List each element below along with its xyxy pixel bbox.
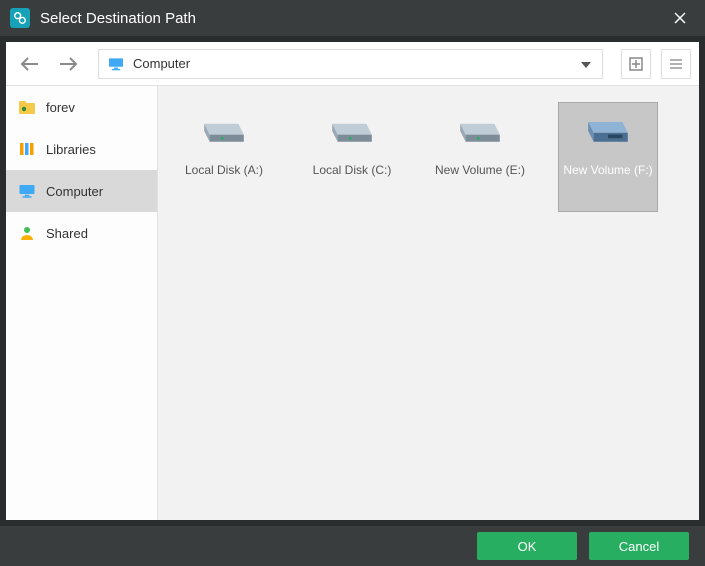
drive-icon (452, 113, 508, 149)
path-dropdown-button[interactable] (578, 55, 594, 73)
sidebar-item-computer[interactable]: Computer (6, 170, 157, 212)
cancel-button[interactable]: Cancel (589, 532, 689, 560)
libraries-icon (18, 140, 36, 158)
drive-label: New Volume (F:) (563, 163, 652, 177)
arrow-left-icon (18, 55, 42, 73)
chevron-down-icon (581, 62, 591, 68)
path-box[interactable]: Computer (98, 49, 603, 79)
dialog-body: Computer forev (6, 42, 699, 520)
new-folder-button[interactable] (621, 49, 651, 79)
list-view-icon (669, 57, 683, 71)
computer-icon (18, 182, 36, 200)
sidebar-item-shared[interactable]: Shared (6, 212, 157, 254)
drive-label: New Volume (E:) (435, 163, 525, 177)
sidebar-item-label: forev (46, 100, 75, 115)
sidebar-item-label: Computer (46, 184, 103, 199)
view-mode-button[interactable] (661, 49, 691, 79)
drive-icon (196, 113, 252, 149)
ok-button[interactable]: OK (477, 532, 577, 560)
drive-volume-f[interactable]: New Volume (F:) (558, 102, 658, 212)
content-pane: Local Disk (A:) Local Disk (C:) (158, 86, 699, 520)
shared-icon (18, 224, 36, 242)
nav-back-button[interactable] (14, 49, 46, 79)
window-title: Select Destination Path (40, 10, 196, 27)
drive-grid: Local Disk (A:) Local Disk (C:) (174, 102, 683, 212)
computer-icon (107, 57, 125, 71)
app-icon (10, 8, 30, 28)
path-text: Computer (133, 56, 570, 71)
sidebar-item-forev[interactable]: forev (6, 86, 157, 128)
drive-icon (580, 113, 636, 149)
user-folder-icon (18, 98, 36, 116)
drive-local-a[interactable]: Local Disk (A:) (174, 102, 274, 212)
sidebar: forev Libraries Computer (6, 86, 158, 520)
drive-local-c[interactable]: Local Disk (C:) (302, 102, 402, 212)
drive-label: Local Disk (A:) (185, 163, 263, 177)
drive-label: Local Disk (C:) (313, 163, 392, 177)
toolbar: Computer (6, 42, 699, 86)
close-icon (674, 12, 686, 24)
drive-icon (324, 113, 380, 149)
nav-forward-button[interactable] (52, 49, 84, 79)
arrow-right-icon (56, 55, 80, 73)
plus-icon (629, 57, 643, 71)
close-button[interactable] (665, 3, 695, 33)
sidebar-item-label: Libraries (46, 142, 96, 157)
title-bar: Select Destination Path (0, 0, 705, 36)
drive-volume-e[interactable]: New Volume (E:) (430, 102, 530, 212)
footer: OK Cancel (0, 526, 705, 566)
sidebar-item-libraries[interactable]: Libraries (6, 128, 157, 170)
sidebar-item-label: Shared (46, 226, 88, 241)
